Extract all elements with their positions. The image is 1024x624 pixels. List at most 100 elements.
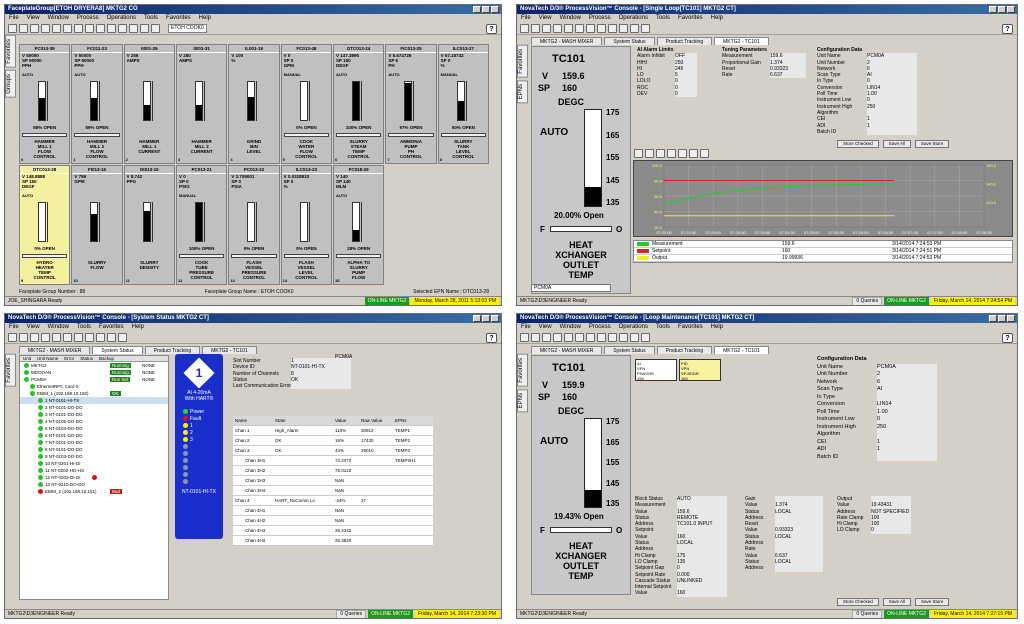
alarm-icon[interactable] [586, 333, 595, 342]
faceplate-icon[interactable] [564, 333, 573, 342]
block-tag[interactable]: PID VPN SP/ADDR 160 [679, 359, 721, 381]
menu-item-window[interactable]: Window [560, 323, 581, 332]
search-icon[interactable] [151, 24, 160, 33]
kv-value[interactable]: 160 [677, 590, 727, 597]
kv-value[interactable]: LIN14 [877, 401, 937, 409]
channel-row[interactable]: Chan 4H2 NaN [233, 516, 433, 526]
menu-item-file[interactable]: File [521, 323, 531, 332]
print-icon[interactable] [597, 24, 606, 33]
alarm-icon[interactable] [74, 333, 83, 342]
menu-item-view[interactable]: View [539, 323, 552, 332]
report-icon[interactable] [630, 333, 639, 342]
forward-icon[interactable] [531, 24, 540, 33]
menu-item-help[interactable]: Help [132, 323, 144, 332]
kv-value[interactable] [867, 128, 917, 136]
settings-icon[interactable] [96, 333, 105, 342]
tree-row[interactable]: 10 NT-0201-HI-DI [20, 460, 168, 467]
kv-value[interactable]: 1.00 [877, 408, 937, 416]
kv-value[interactable]: 0 [871, 527, 911, 534]
alarm-icon[interactable] [586, 24, 595, 33]
faceplate-card[interactable]: DI013-15 V 8.742 PPG SLURRY DENSITY 11 [123, 165, 175, 285]
kv-value[interactable] [291, 383, 351, 390]
minimize-button[interactable] [473, 6, 481, 13]
tree-row[interactable]: MDOOAN Running NONE [20, 369, 168, 376]
grid-icon[interactable] [41, 333, 50, 342]
export-icon[interactable] [700, 148, 709, 158]
trend-icon[interactable] [74, 24, 83, 33]
channel-row[interactable]: Chan 4H3 25.4340 [233, 526, 433, 536]
tab-2[interactable]: Product Tracking [656, 37, 713, 45]
tab-0[interactable]: MKTG2 - MASH MIXER [19, 346, 91, 354]
channel-row[interactable]: Chan 3H1 72.2473 TEMP3H1 [233, 456, 433, 466]
minimize-button[interactable] [989, 6, 997, 13]
kv-value[interactable]: 1 [877, 438, 937, 446]
help-icon[interactable]: ? [486, 24, 497, 34]
zoom-out-icon[interactable] [656, 148, 665, 158]
tree-row[interactable]: 11 NT-0202-HO-HS [20, 467, 168, 474]
kv-value[interactable] [877, 431, 937, 439]
list-icon[interactable] [619, 333, 628, 342]
menu-item-process[interactable]: Process [589, 14, 611, 23]
tree-row[interactable]: 3 NT-0101-DO-DO [20, 411, 168, 418]
close-button[interactable] [491, 315, 499, 322]
report-icon[interactable] [118, 333, 127, 342]
faceplate-card[interactable]: FC011-23 V 50000 SP 50000 PPH AUTO 59% OPEN HA… [71, 44, 123, 164]
tree-row[interactable]: EBIM_1 (192.168.10.150) OK [20, 390, 168, 397]
back-icon[interactable] [520, 333, 529, 342]
tab-0[interactable]: MKTG2 - MASH MIXER [531, 37, 603, 45]
print-icon[interactable] [96, 24, 105, 33]
group-select[interactable]: ETOH COOK0 [168, 24, 207, 33]
tree-row[interactable]: EthernetRPC Card 0 [20, 383, 168, 390]
menu-item-tools[interactable]: Tools [656, 323, 670, 332]
grid-icon[interactable] [553, 333, 562, 342]
faceplate-card[interactable]: FC013-48 V 0 SP 0 GPM MANUAL 0% OPEN COOK WATER… [280, 44, 332, 164]
report-icon[interactable] [129, 24, 138, 33]
channel-row[interactable]: Chan 3 OK 44% 29010 TEMP3 [233, 446, 433, 456]
menu-item-tools[interactable]: Tools [656, 14, 670, 23]
channel-row[interactable]: Chan 4H4 25.3820 [233, 536, 433, 546]
channel-row[interactable]: Chan 3H3 NaN [233, 476, 433, 486]
star-icon[interactable] [8, 24, 17, 33]
faceplate-card[interactable]: II001-31 V 250 AMPS HAMMER MILL 2 CURRENT 3 [175, 44, 228, 164]
menu-item-view[interactable]: View [27, 323, 40, 332]
maximize-button[interactable] [482, 6, 490, 13]
save-icon[interactable] [689, 148, 698, 158]
trend-icon[interactable] [575, 333, 584, 342]
unit-combo[interactable]: PCM0A [531, 284, 611, 292]
menu-item-window[interactable]: Window [48, 323, 69, 332]
minimize-button[interactable] [989, 315, 997, 322]
side-tab-favorites[interactable]: Favorites [517, 45, 528, 78]
menu-item-window[interactable]: Window [560, 14, 581, 23]
back-icon[interactable] [8, 333, 17, 342]
tab-3[interactable]: MKTG2 - TC101 [714, 346, 769, 354]
help-icon[interactable]: ? [1002, 24, 1013, 34]
tree-row[interactable]: 1 NT-0101-HI-TX [20, 397, 168, 404]
side-tab-groups[interactable]: Groups [5, 69, 16, 98]
tab-2[interactable]: Product Tracking [656, 346, 713, 354]
refresh-icon[interactable] [41, 24, 50, 33]
settings-icon[interactable] [608, 333, 617, 342]
menu-item-help[interactable]: Help [711, 14, 723, 23]
faceplate-card[interactable]: FI013-16 V 799 GPM SLURRY FLOW 10 [71, 165, 123, 285]
pan-icon[interactable] [667, 148, 676, 158]
faceplate-card[interactable]: PC013-21 V 0 SP 0 PSIG MANUAL 100% OPEN COOK TU… [175, 165, 228, 285]
faceplate-icon[interactable] [52, 333, 61, 342]
tree-row[interactable]: 9 NT-0103-DO-DO [20, 453, 168, 460]
kv-value[interactable]: AI [877, 386, 937, 394]
close-button[interactable] [1007, 6, 1015, 13]
button-1[interactable]: Save All [882, 598, 912, 606]
menu-item-file[interactable]: File [521, 14, 531, 23]
tree-row[interactable]: MKTG2 Running NONE [20, 362, 168, 369]
tab-2[interactable]: Product Tracking [144, 346, 201, 354]
menu-item-operations[interactable]: Operations [619, 323, 648, 332]
menu-item-view[interactable]: View [539, 14, 552, 23]
menu-item-file[interactable]: File [9, 323, 19, 332]
menu-item-process[interactable]: Process [77, 14, 99, 23]
button-2[interactable]: Save Store [915, 598, 950, 606]
faceplate-card[interactable]: FC018-29 V 140 SP 140 MLM AUTO 28% OPEN ALPHA … [332, 165, 385, 285]
menu-item-tools[interactable]: Tools [144, 14, 158, 23]
side-tab-favorites[interactable]: Favorites [5, 354, 16, 387]
forward-icon[interactable] [531, 333, 540, 342]
back-icon[interactable] [19, 24, 28, 33]
back-icon[interactable] [520, 24, 529, 33]
